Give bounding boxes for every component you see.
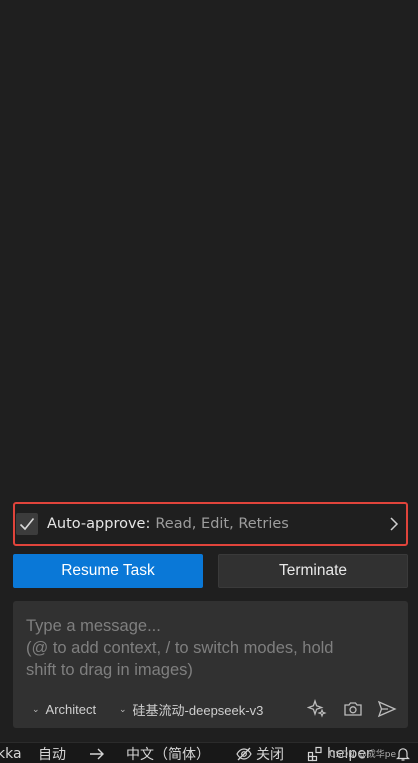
message-placeholder[interactable]: Type a message... (@ to add context, / t… [26,615,398,681]
bell-icon[interactable] [395,744,411,763]
status-bar: kka 自动 中文（简体） 关闭 helper CSDN @成华pe [0,742,418,763]
chevron-down-icon: ⌄ [119,703,127,714]
resume-task-button[interactable]: Resume Task [13,554,203,588]
checkmark-icon [19,517,35,531]
placeholder-line-2: (@ to add context, / to switch modes, ho… [26,639,334,657]
status-auto-label: 自动 [38,747,66,763]
auto-approve-bar[interactable]: Auto-approve: Read, Edit, Retries [13,502,408,546]
mode-selector[interactable]: ⌄ Architect [32,697,96,721]
extensions-icon [307,746,322,762]
auto-approve-title: Auto-approve: [47,516,151,532]
status-item-kka[interactable]: kka [0,744,22,763]
model-label: 硅基流动-deepseek-v3 [132,702,264,718]
status-item-auto[interactable]: 自动 [38,744,66,763]
status-item-close[interactable]: 关闭 [236,744,284,763]
send-icon[interactable] [375,697,399,721]
placeholder-line-3: shift to drag in images) [26,661,193,679]
model-selector[interactable]: ⌄ 硅基流动-deepseek-v3 [119,697,263,721]
chat-history-area [0,0,418,500]
camera-icon[interactable] [341,697,365,721]
sparkle-icon[interactable] [305,697,329,721]
terminate-button[interactable]: Terminate [218,554,408,588]
status-kka-label: kka [0,746,22,762]
mode-label: Architect [45,701,97,717]
auto-approve-checkbox[interactable] [16,513,38,535]
status-language-label: 中文（简体） [126,747,210,763]
arrow-right-icon[interactable] [89,744,105,763]
status-close-label: 关闭 [256,747,284,763]
auto-approve-options: Read, Edit, Retries [155,516,289,532]
status-item-language[interactable]: 中文（简体） [126,744,210,763]
composer-toolbar: ⌄ Architect ⌄ 硅基流动-deepseek-v3 [13,697,408,721]
message-input[interactable]: Type a message... (@ to add context, / t… [13,601,408,728]
chevron-down-icon: ⌄ [32,703,40,714]
placeholder-line-1: Type a message... [26,617,161,635]
watermark-text: CSDN @成华pe [329,750,396,760]
eye-off-icon [236,747,252,761]
chevron-right-icon[interactable] [388,516,400,532]
